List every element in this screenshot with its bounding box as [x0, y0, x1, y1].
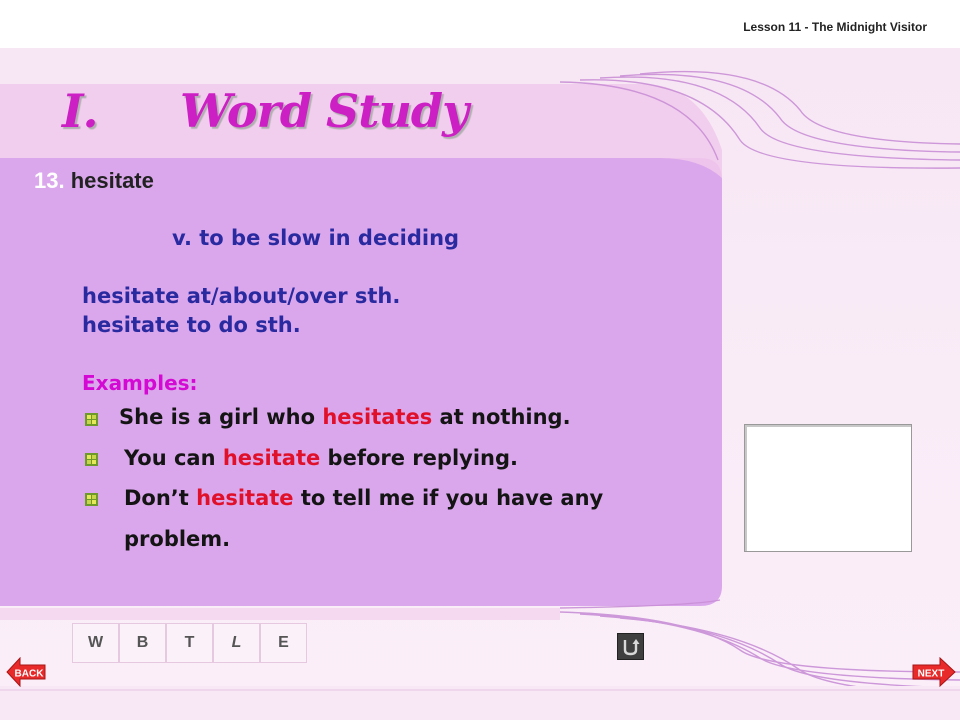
nav-tab-e[interactable]: E [260, 623, 307, 663]
back-label: BACK [15, 669, 45, 680]
example-2: You can hesitate before replying. [124, 446, 518, 470]
example-2-text-before: You can [124, 446, 223, 470]
bullet-icon [85, 413, 98, 426]
example-3-text-before: Don’t [124, 486, 197, 510]
examples-title: Examples: [82, 371, 198, 395]
usage-pattern-1: hesitate at/about/over sth. [82, 284, 401, 308]
bullet-icon [85, 493, 98, 506]
blank-box [744, 424, 912, 552]
nav-tab-l[interactable]: L [213, 623, 260, 663]
word-entry: 13. hesitate [34, 168, 154, 194]
nav-tab-t[interactable]: T [166, 623, 213, 663]
next-button[interactable]: NEXT [912, 657, 956, 687]
example-1-highlight: hesitates [322, 405, 433, 429]
nav-tab-w[interactable]: W [72, 623, 119, 663]
entry-number: 13. [34, 168, 65, 193]
return-button[interactable] [617, 633, 644, 660]
example-3-continued: problem. [124, 527, 230, 551]
back-button[interactable]: BACK [6, 657, 46, 687]
nav-tab-b[interactable]: B [119, 623, 166, 663]
example-3-continued-text: problem. [124, 527, 231, 551]
section-heading: I. Word Study [62, 84, 469, 138]
example-1-text-before: She is a girl who [119, 405, 323, 429]
section-number: I. [62, 84, 99, 138]
example-3: Don’t hesitate to tell me if you have an… [124, 486, 603, 510]
entry-word: hesitate [70, 168, 154, 193]
example-2-highlight: hesitate [222, 446, 321, 470]
example-2-text-after: before replying. [320, 446, 518, 470]
example-1: She is a girl who hesitates at nothing. [119, 405, 571, 429]
next-label: NEXT [918, 669, 945, 680]
bullet-icon [85, 453, 98, 466]
example-3-text-after: to tell me if you have any [293, 486, 604, 510]
example-1-text-after: at nothing. [432, 405, 571, 429]
definition: v. to be slow in deciding [172, 226, 460, 250]
usage-pattern-2: hesitate to do sth. [82, 313, 301, 337]
example-3-highlight: hesitate [196, 486, 294, 510]
section-title: Word Study [180, 84, 469, 138]
nav-tabs: W B T L E [72, 623, 307, 663]
